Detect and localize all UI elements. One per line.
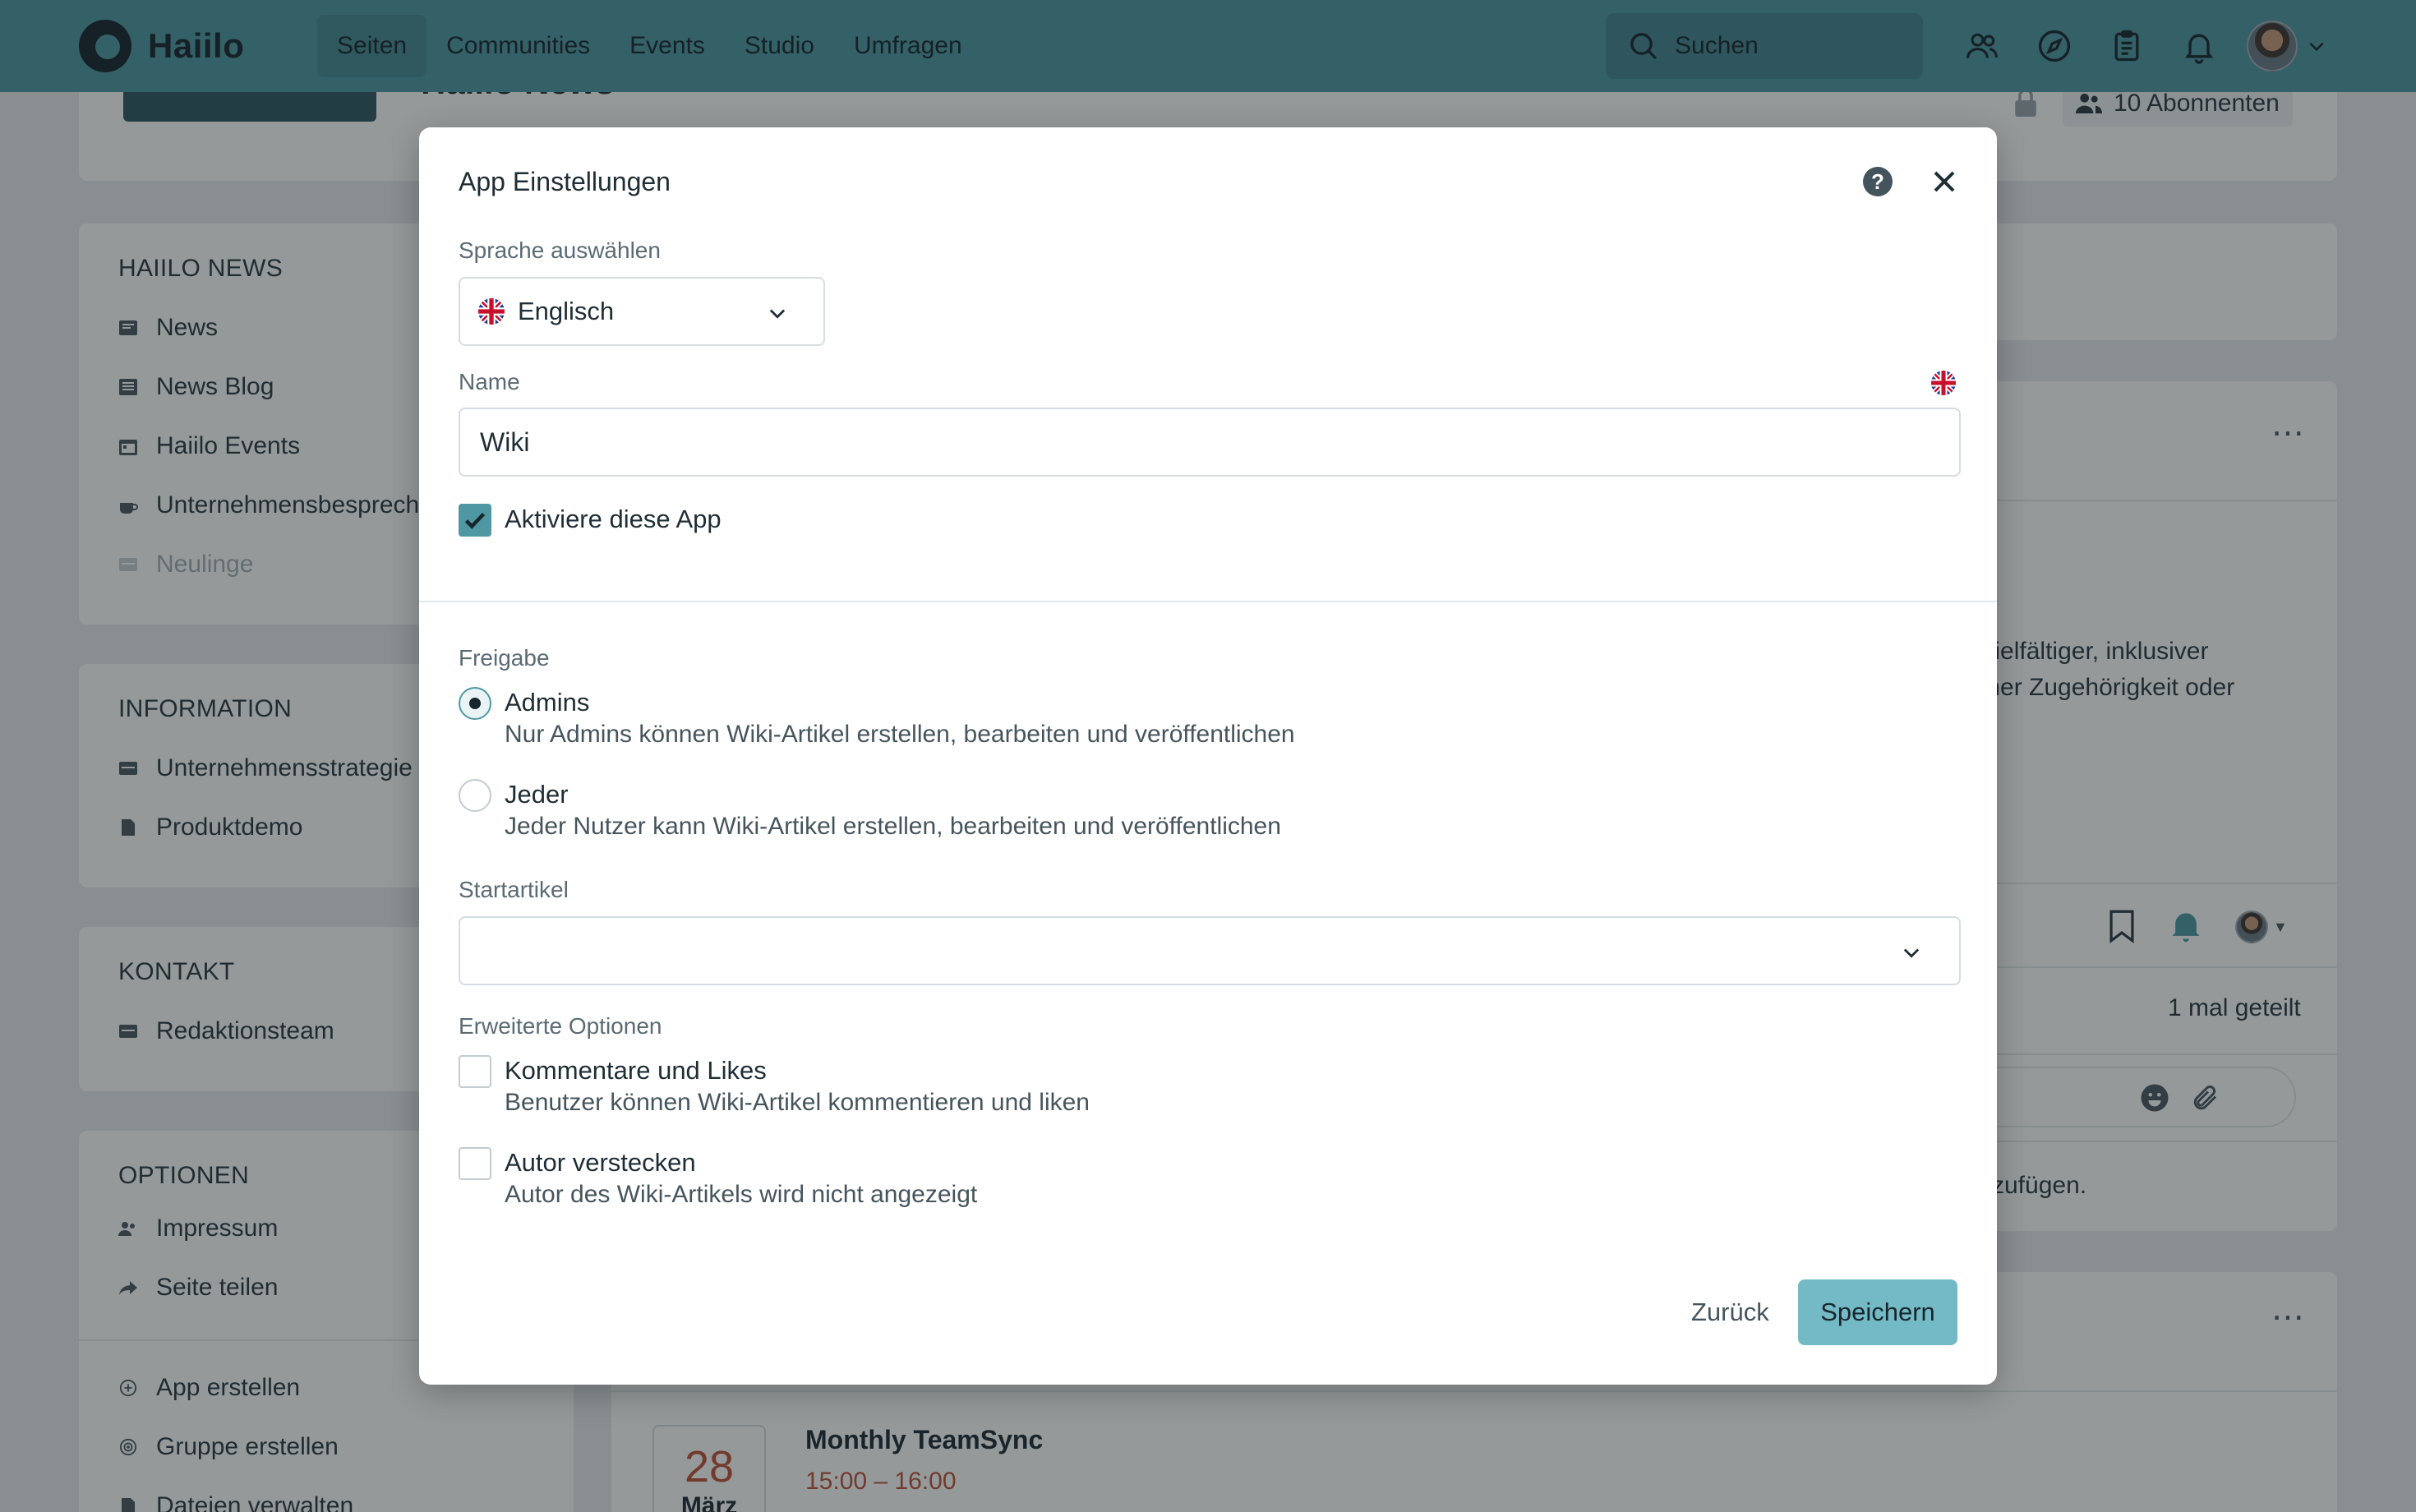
sharing-admins-radio[interactable]: [459, 687, 491, 720]
language-select[interactable]: Englisch: [459, 277, 825, 346]
activate-app-label: Aktiviere diese App: [505, 505, 722, 533]
name-input[interactable]: [459, 408, 1961, 477]
help-icon[interactable]: ?: [1863, 167, 1893, 196]
sharing-option-label[interactable]: Admins: [505, 688, 589, 717]
sharing-label: Freigabe: [459, 645, 550, 671]
hide-author-checkbox[interactable]: [459, 1147, 491, 1180]
advanced-option-description: Benutzer können Wiki-Artikel kommentiere…: [505, 1089, 1090, 1116]
advanced-option-label[interactable]: Kommentare und Likes: [505, 1056, 767, 1086]
dialog-divider: [419, 601, 1997, 602]
dialog-title: App Einstellungen: [459, 167, 671, 196]
comments-likes-checkbox[interactable]: [459, 1055, 491, 1088]
language-label: Sprache auswählen: [459, 237, 661, 263]
language-value: Englisch: [518, 297, 615, 325]
sharing-everyone-radio[interactable]: [459, 779, 491, 812]
activate-app-checkbox[interactable]: [459, 504, 491, 537]
sharing-option-label[interactable]: Jeder: [505, 780, 569, 809]
start-article-label: Startartikel: [459, 877, 569, 902]
sharing-option-description: Jeder Nutzer kann Wiki-Artikel erstellen…: [505, 813, 1281, 840]
app-settings-dialog: App Einstellungen ? Sprache auswählen En…: [419, 127, 1997, 1385]
advanced-option-label[interactable]: Autor verstecken: [505, 1148, 696, 1178]
name-label: Name: [459, 369, 520, 394]
start-article-select[interactable]: [459, 916, 1961, 985]
close-icon[interactable]: [1926, 164, 1962, 200]
advanced-options-label: Erweiterte Optionen: [459, 1013, 662, 1039]
back-button[interactable]: Zurück: [1668, 1279, 1792, 1345]
sharing-option-description: Nur Admins können Wiki-Artikel erstellen…: [505, 721, 1295, 748]
advanced-option-description: Autor des Wiki-Artikels wird nicht angez…: [505, 1181, 978, 1208]
chevron-down-icon: [1903, 948, 1920, 958]
uk-flag-icon: [1931, 371, 1956, 395]
save-button[interactable]: Speichern: [1798, 1279, 1957, 1345]
uk-flag-icon: [478, 298, 505, 325]
chevron-down-icon: [769, 309, 786, 319]
